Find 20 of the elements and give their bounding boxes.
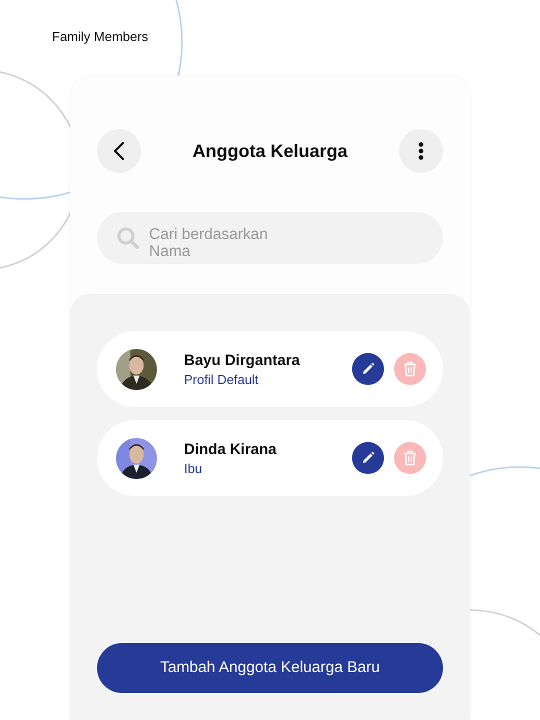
more-button[interactable] xyxy=(398,129,443,173)
edit-button[interactable] xyxy=(352,353,384,385)
member-card[interactable]: Bayu Dirgantara Profil Default xyxy=(97,331,443,407)
member-name: Dinda Kirana xyxy=(184,440,278,458)
member-relation: Profil Default xyxy=(184,372,260,386)
add-member-button[interactable]: Tambah Anggota Keluarga Baru xyxy=(97,643,443,693)
edit-button[interactable] xyxy=(352,442,384,474)
member-card[interactable]: Dinda Kirana Ibu xyxy=(97,420,443,496)
search-icon xyxy=(117,227,139,249)
trash-icon xyxy=(403,361,417,377)
screen-title: Anggota Keluarga xyxy=(192,140,348,162)
pencil-icon xyxy=(361,451,375,465)
back-icon xyxy=(113,141,125,161)
page-label: Family Members xyxy=(52,29,148,44)
back-button[interactable] xyxy=(97,129,141,173)
more-icon xyxy=(418,142,424,160)
pencil-icon xyxy=(361,362,375,376)
trash-icon xyxy=(403,450,417,466)
member-name: Bayu Dirgantara xyxy=(184,352,301,368)
member-relation: Ibu xyxy=(184,460,204,476)
